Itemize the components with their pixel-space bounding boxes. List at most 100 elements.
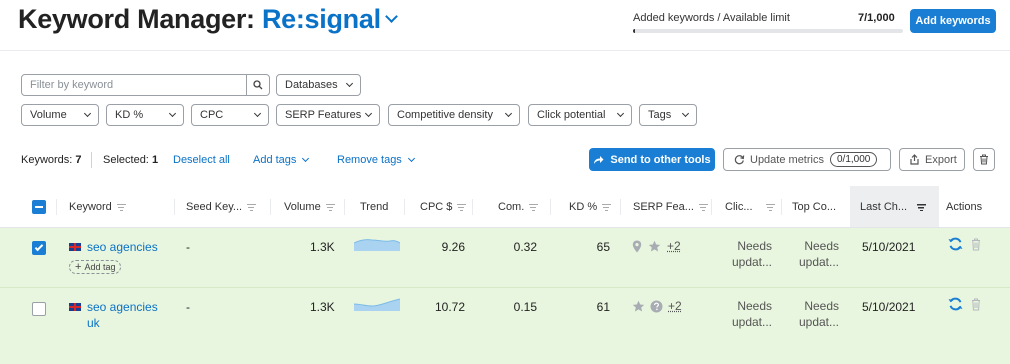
checkbox-unchecked[interactable] [32,302,46,316]
question-icon [650,300,663,312]
keyword-link[interactable]: seo agencies [87,240,158,254]
col-keyword[interactable]: Keyword [69,186,126,228]
column-separator [404,199,405,215]
col-trend: Trend [360,186,388,228]
chevron-down-icon [83,109,92,117]
click-potential-filter[interactable]: Click potential [528,104,632,126]
selected-count-value: 1 [151,154,159,166]
send-to-other-tools-label: Send to other tools [610,153,711,166]
kd-filter[interactable]: KD % [106,104,184,126]
keyword-cell[interactable]: seo agencies [69,240,158,255]
table-row[interactable]: seo agencies + Add tag - 1.3K 9.26 0.32 6… [0,228,1010,288]
uk-flag-icon [69,242,81,251]
sort-icon[interactable] [698,203,708,211]
col-cpc[interactable]: CPC $ [420,186,467,228]
sort-icon[interactable] [457,203,467,211]
keyword-filter-input[interactable]: Filter by keyword [21,74,247,96]
search-button[interactable] [246,74,270,96]
add-tag-button[interactable]: + Add tag [69,260,122,274]
competition-cell: 0.15 [513,300,537,314]
chevron-down-icon [504,109,513,117]
cpc-filter[interactable]: CPC [191,104,269,126]
deselect-all-link[interactable]: Deselect all [173,154,230,166]
col-last-change[interactable]: Last Ch... [860,186,927,228]
column-separator [270,199,271,215]
sort-icon[interactable] [765,203,775,211]
col-top-competitors[interactable]: Top Co... [792,186,836,228]
top-competitors-cell: Needs updat... [789,238,839,270]
top-status: Needs [804,239,839,253]
serp-more-link[interactable]: +2 [667,239,681,253]
chevron-down-icon [253,109,262,117]
col-click-potential[interactable]: Clic... [725,186,775,228]
column-separator [711,199,712,215]
table-header: Keyword Seed Key... Volume Trend CPC $ C… [0,186,1010,228]
col-kd[interactable]: KD % [569,186,612,228]
trash-icon[interactable] [971,298,981,311]
row-checkbox[interactable] [32,302,46,316]
top-competitors-cell: Needs updat... [789,298,839,330]
kd-filter-label: KD % [115,109,144,121]
update-metrics-button[interactable]: Update metrics 0/1,000 [723,148,891,171]
plus-icon: + [75,261,82,273]
add-keywords-button[interactable]: Add keywords [910,9,996,33]
checkbox-indeterminate[interactable] [32,200,46,214]
search-icon [253,80,263,90]
actions-cell [948,297,981,311]
col-volume[interactable]: Volume [284,186,335,228]
send-to-other-tools-button[interactable]: Send to other tools [589,148,715,171]
column-separator [781,199,782,215]
col-seed-keyword[interactable]: Seed Key... [186,186,257,228]
table-row[interactable]: seo agencies uk - 1.3K 10.72 0.15 61 +2 … [0,288,1010,364]
chevron-down-icon [364,109,373,117]
keyword-link-continued[interactable]: uk [87,316,100,331]
export-button[interactable]: Export [899,148,965,171]
project-name[interactable]: Re:signal [262,4,381,34]
competitive-density-filter[interactable]: Competitive density [388,104,520,126]
databases-dropdown[interactable]: Databases [276,74,361,96]
col-competition[interactable]: Com. [498,186,539,228]
click-potential-cell: Needs updat... [722,238,772,270]
sort-icon[interactable] [602,203,612,211]
export-label: Export [925,153,957,166]
refresh-icon[interactable] [948,297,963,311]
trash-icon[interactable] [971,238,981,251]
checkbox-checked[interactable] [32,241,46,255]
volume-filter[interactable]: Volume [21,104,99,126]
share-arrow-icon [594,155,604,164]
sort-icon[interactable] [917,203,927,211]
chevron-down-icon[interactable] [384,10,398,23]
keyword-link[interactable]: seo agencies [87,300,158,314]
map-pin-icon [632,240,642,252]
delete-selected-button[interactable] [973,148,995,171]
sort-icon[interactable] [247,203,257,211]
add-tags-dropdown[interactable]: Add tags [253,154,310,166]
selected-count: Selected: 1 [103,154,158,166]
refresh-icon[interactable] [948,237,963,251]
actions-cell [948,237,981,251]
column-separator [550,199,551,215]
chevron-down-icon [407,154,415,163]
star-icon [632,300,645,311]
sort-icon[interactable] [529,203,539,211]
project-selector[interactable]: Re:signal [262,4,398,34]
tags-filter[interactable]: Tags [639,104,697,126]
col-kd-label: KD % [569,201,598,213]
remove-tags-dropdown[interactable]: Remove tags [337,154,415,166]
volume-cell: 1.3K [310,240,335,254]
volume-cell: 1.3K [310,300,335,314]
update-metrics-label: Update metrics [750,153,824,166]
row-checkbox[interactable] [32,241,46,255]
sort-icon[interactable] [116,203,126,211]
keyword-cell[interactable]: seo agencies [69,300,158,315]
select-all-checkbox[interactable] [32,186,46,228]
top-status-detail: updat... [798,255,839,269]
serp-features-filter[interactable]: SERP Features [276,104,380,126]
sort-icon[interactable] [325,203,335,211]
serp-features-cell: +2 [632,299,682,313]
serp-more-link[interactable]: +2 [668,299,682,313]
col-serp-features[interactable]: SERP Fea... [633,186,708,228]
top-status-detail: updat... [798,315,839,329]
keywords-count-label: Keywords: [21,154,73,166]
col-volume-label: Volume [284,201,321,213]
